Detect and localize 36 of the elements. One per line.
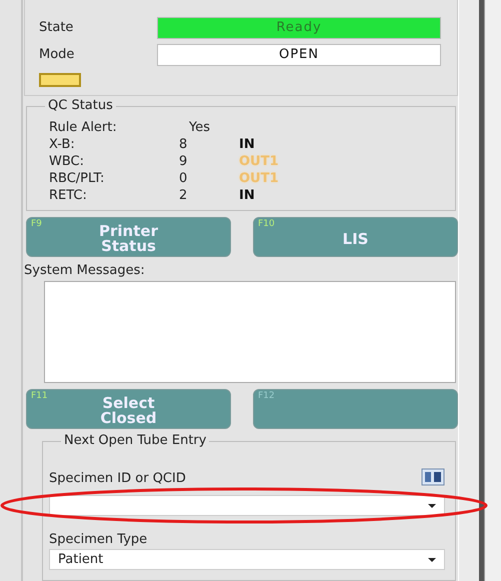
barcode-scanner-icon[interactable] — [421, 466, 445, 486]
field-label: Specimen Type — [49, 532, 148, 547]
dropdown-caret-icon — [428, 558, 436, 562]
group-title: QC Status — [45, 98, 116, 113]
function-button[interactable]: F9 Printer Status — [26, 217, 231, 257]
group-title: Next Open Tube Entry — [61, 433, 210, 448]
qc-count: 9 — [179, 154, 188, 169]
key-label: F9 — [31, 219, 42, 229]
status-field: Ready — [157, 16, 441, 38]
qc-label: X-B: — [49, 137, 76, 152]
key-label: F12 — [258, 391, 275, 401]
field-label: State — [39, 20, 74, 35]
qc-result: IN — [239, 188, 256, 203]
function-button[interactable]: F10 LIS — [253, 217, 458, 257]
qc-label: Rule Alert: — [49, 120, 118, 135]
qc-label: WBC: — [49, 154, 86, 169]
qc-value: Yes — [188, 120, 211, 135]
qc-count: 0 — [179, 171, 188, 186]
key-label: F11 — [31, 391, 48, 401]
qc-result: OUT1 — [239, 171, 280, 186]
note-icon — [39, 73, 81, 87]
field-label: Mode — [39, 47, 76, 62]
key-label: F10 — [258, 219, 275, 229]
qc-label: RETC: — [49, 188, 88, 203]
specimen-id-combo[interactable] — [49, 495, 445, 516]
qc-label: RBC/PLT: — [49, 171, 106, 186]
specimen-type-combo[interactable]: Patient — [49, 549, 445, 570]
qc-result: IN — [239, 137, 256, 152]
field-label: Specimen ID or QCID — [49, 471, 186, 486]
qc-result: OUT1 — [239, 154, 280, 169]
qc-count: 8 — [179, 137, 188, 152]
dropdown-caret-icon — [428, 504, 436, 508]
function-button[interactable]: F11 Select Closed — [26, 389, 231, 429]
qc-count: 2 — [179, 188, 188, 203]
section-label: System Messages: — [24, 263, 146, 278]
status-field: OPEN — [157, 44, 441, 66]
